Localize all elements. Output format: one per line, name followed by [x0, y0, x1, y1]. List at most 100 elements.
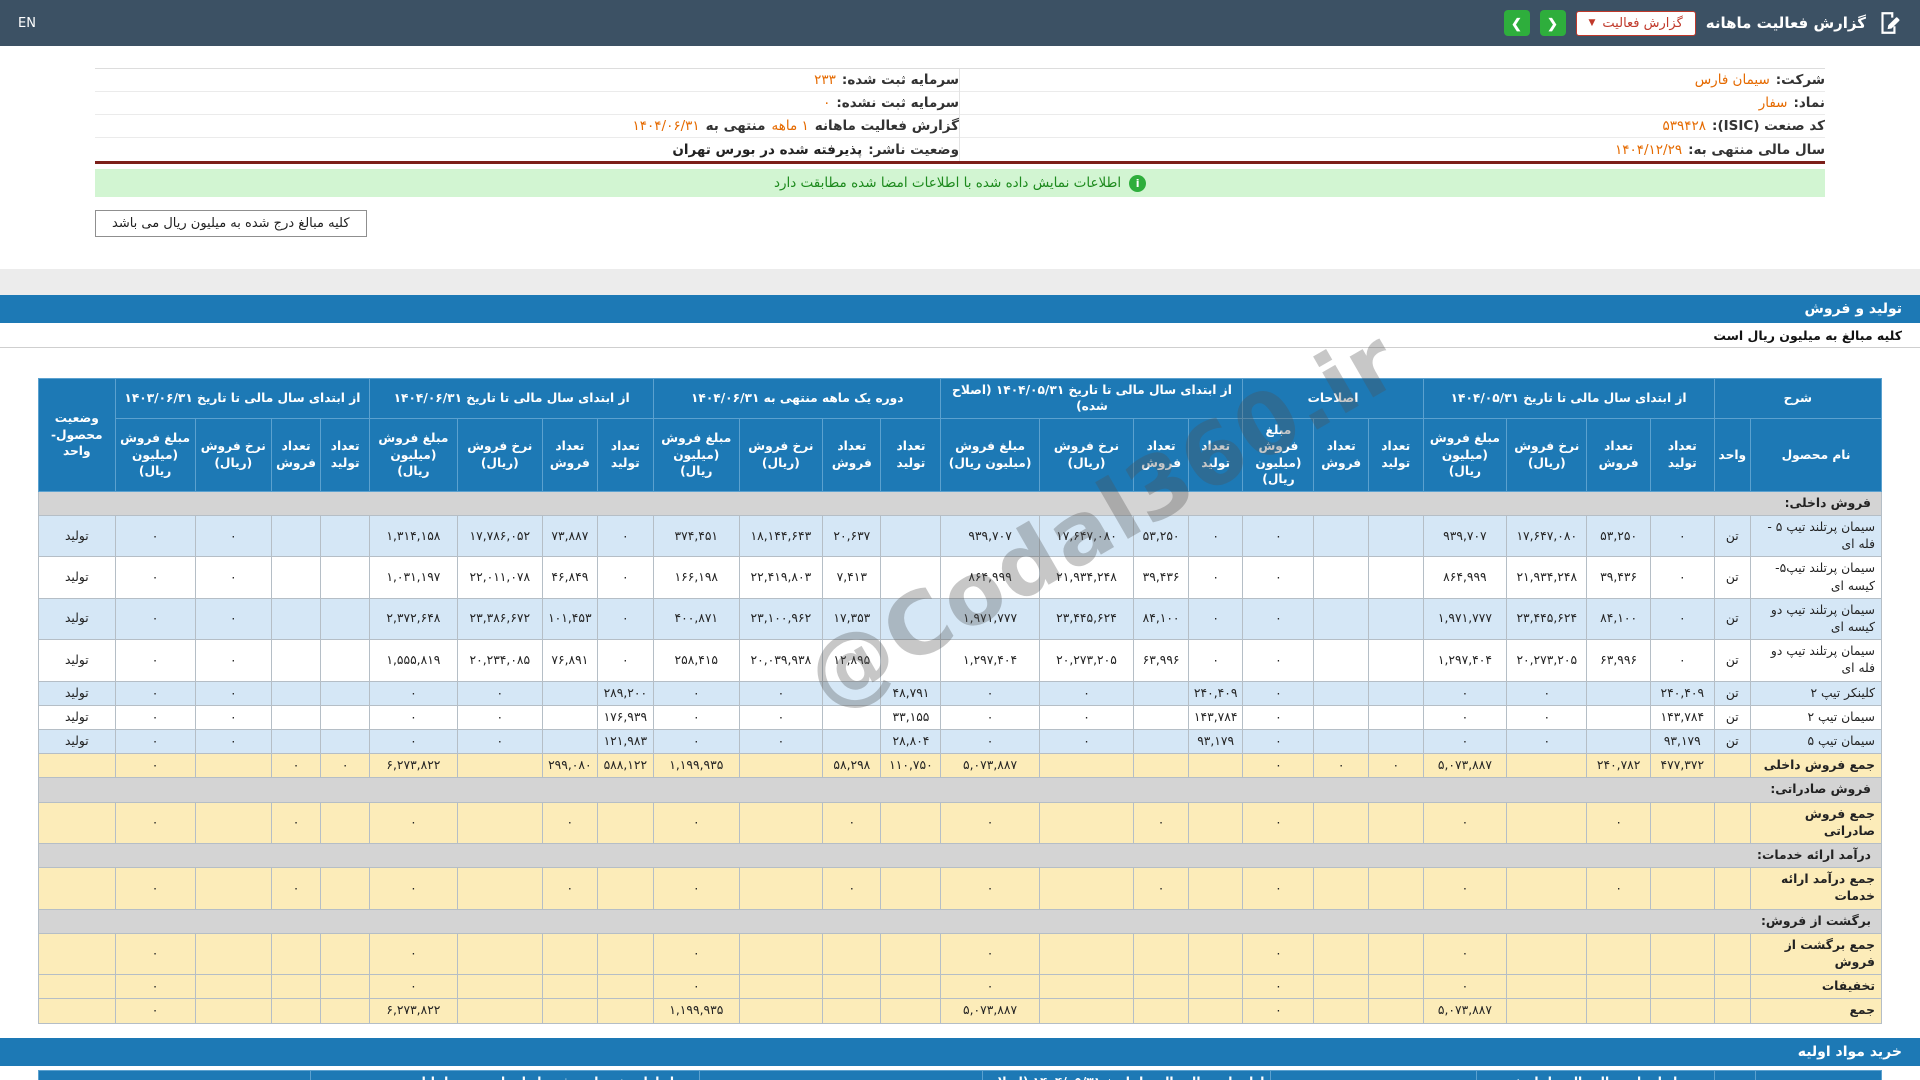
data-cell: ۰ [1423, 681, 1507, 705]
data-cell: ۵۸,۲۹۸ [823, 754, 881, 778]
report-type-dropdown[interactable]: گزارش فعالیت ▼ [1576, 11, 1696, 36]
data-cell [195, 802, 271, 843]
data-cell [1587, 975, 1651, 999]
column-header: تعداد تولید [1368, 418, 1423, 491]
data-cell [1650, 802, 1714, 843]
prev-report-button[interactable]: ❯ [1504, 10, 1530, 36]
report-period-length: ۱ ماهه [772, 118, 809, 134]
data-cell: ۰ [115, 975, 195, 999]
unit-cell [1714, 868, 1750, 909]
data-cell: ۰ [457, 681, 543, 705]
data-cell [321, 730, 370, 754]
data-cell [321, 557, 370, 598]
column-group-header: اصلاحات [1271, 1070, 1476, 1080]
data-cell [739, 868, 823, 909]
data-cell: ۰ [1650, 557, 1714, 598]
column-header: تعداد فروش [1314, 418, 1369, 491]
data-cell [457, 802, 543, 843]
unit-note-wrapper: کلیه مبالغ درج شده به میلیون ریال می باش… [95, 210, 1825, 237]
data-cell: ۰ [654, 975, 740, 999]
data-cell: ۰ [1423, 868, 1507, 909]
registered-capital-label: سرمایه ثبت شده: [842, 72, 959, 88]
data-cell [457, 933, 543, 974]
data-cell [597, 999, 653, 1023]
section-label: برگشت از فروش: [39, 909, 1882, 933]
unit-cell [1714, 999, 1750, 1023]
data-cell: ۰ [823, 802, 881, 843]
status-cell: تولید [39, 640, 116, 681]
fiscal-year-row: سال مالی منتهی به: ۱۴۰۴/۱۲/۲۹ [960, 138, 1825, 161]
data-cell: ۲۳,۴۴۵,۶۲۴ [1507, 598, 1587, 639]
data-cell [739, 933, 823, 974]
data-cell: ۰ [1507, 705, 1587, 729]
data-cell: ۰ [941, 681, 1039, 705]
data-cell [543, 705, 598, 729]
column-header: نرخ فروش (ریال) [739, 418, 823, 491]
data-cell: ۰ [654, 681, 740, 705]
next-report-button[interactable]: ❮ [1540, 10, 1566, 36]
data-cell: ۵,۰۷۳,۸۸۷ [941, 999, 1039, 1023]
column-header: تعداد تولید [597, 418, 653, 491]
data-cell: ۰ [941, 705, 1039, 729]
data-cell [823, 730, 881, 754]
unit-cell [1714, 802, 1750, 843]
row-label: سیمان پرتلند تیپ ۵ - فله ای [1751, 516, 1882, 557]
data-cell [1039, 802, 1134, 843]
data-cell: ۰ [1243, 802, 1314, 843]
data-cell [195, 999, 271, 1023]
column-group-header: شرح [1756, 1070, 1882, 1080]
data-cell [543, 933, 598, 974]
data-cell [321, 705, 370, 729]
table-row: جمع فروش داخلی۴۷۷,۳۷۲۲۴۰,۷۸۲۵,۰۷۳,۸۸۷۰۰۰… [39, 754, 1882, 778]
data-cell [321, 640, 370, 681]
row-label: سیمان پرتلند تیپ دو کیسه ای [1751, 598, 1882, 639]
data-cell [1314, 681, 1369, 705]
data-cell [1507, 975, 1587, 999]
issuer-status-label: وضعیت ناشر: [868, 142, 959, 158]
column-group-header: اصلاحات [1243, 379, 1423, 419]
data-cell: ۱۲,۸۹۵ [823, 640, 881, 681]
data-cell: ۰ [115, 730, 195, 754]
info-icon: i [1129, 175, 1146, 192]
data-cell: ۲۸۹,۲۰۰ [597, 681, 653, 705]
table-row: جمع درآمد ارائه خدمات۰۰۰۰۰۰۰۰۰۰۰ [39, 868, 1882, 909]
data-cell: ۱۰۱,۴۵۳ [543, 598, 598, 639]
data-cell: ۹۳۹,۷۰۷ [941, 516, 1039, 557]
signed-data-notice-text: اطلاعات نمایش داده شده با اطلاعات امضا ش… [774, 175, 1121, 191]
data-cell: ۰ [115, 754, 195, 778]
page-title: گزارش فعالیت ماهانه [1706, 14, 1866, 32]
data-cell [272, 681, 321, 705]
data-cell: ۰ [1507, 730, 1587, 754]
language-toggle[interactable]: EN [18, 16, 36, 31]
data-cell [1587, 705, 1651, 729]
data-cell: ۸۴,۱۰۰ [1134, 598, 1189, 639]
status-cell: تولید [39, 730, 116, 754]
report-period-row: گزارش فعالیت ماهانه ۱ ماهه منتهی به ۱۴۰۴… [95, 115, 959, 138]
data-cell: ۰ [1243, 975, 1314, 999]
data-cell [321, 868, 370, 909]
data-cell [321, 598, 370, 639]
data-cell: ۰ [195, 557, 271, 598]
data-cell: ۰ [195, 681, 271, 705]
data-cell [1314, 730, 1369, 754]
data-cell: ۸۶۴,۹۹۹ [1423, 557, 1507, 598]
data-cell: ۰ [1243, 705, 1314, 729]
table-row: کلینکر تیپ ۲تن۲۴۰,۴۰۹۰۰۰۲۴۰,۴۰۹۰۰۴۸,۷۹۱۰… [39, 681, 1882, 705]
data-cell: ۴۶,۸۴۹ [543, 557, 598, 598]
data-cell: ۴۸,۷۹۱ [881, 681, 941, 705]
data-cell: ۰ [597, 640, 653, 681]
data-cell: ۰ [457, 730, 543, 754]
data-cell [543, 681, 598, 705]
data-cell [739, 802, 823, 843]
data-cell: ۸۶۴,۹۹۹ [941, 557, 1039, 598]
data-cell [1650, 975, 1714, 999]
data-cell: ۲۴۰,۴۰۹ [1188, 681, 1243, 705]
data-cell: ۰ [654, 868, 740, 909]
section-label: درآمد ارائه خدمات: [39, 844, 1882, 868]
section-label: فروش صادراتی: [39, 778, 1882, 802]
column-header: نرخ فروش (ریال) [457, 418, 543, 491]
column-group-header: از ابتدای سال مالی تا تاریخ ۱۴۰۴/۰۵/۳۱ [1476, 1070, 1715, 1080]
table-section-row: فروش داخلی: [39, 491, 1882, 515]
data-cell [1587, 681, 1651, 705]
unregistered-capital-row: سرمایه ثبت نشده: ۰ [95, 92, 959, 115]
